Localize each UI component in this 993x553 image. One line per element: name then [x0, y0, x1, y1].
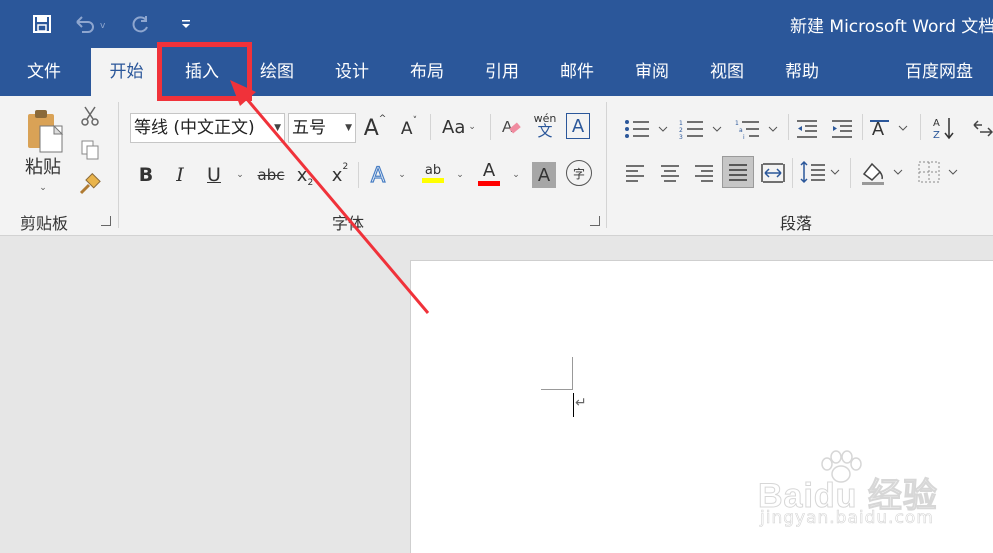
- underline-button[interactable]: U: [202, 162, 226, 188]
- format-painter-icon[interactable]: [78, 172, 102, 196]
- divider: [792, 158, 793, 188]
- font-size-combo[interactable]: 五号 ▼: [288, 113, 356, 143]
- ribbon: 粘贴 ⌄ 剪贴板 等线 (中文正文) ▼ 五号 ▼ A ^ A ˅ Aa ⌄ A wé…: [0, 96, 993, 236]
- multilevel-list-icon[interactable]: 1ai: [734, 116, 784, 142]
- tab-design[interactable]: 设计: [320, 48, 384, 96]
- tab-help[interactable]: 帮助: [770, 48, 834, 96]
- tab-layout[interactable]: 布局: [395, 48, 459, 96]
- undo-icon[interactable]: v: [70, 10, 110, 38]
- character-shading-icon[interactable]: A: [532, 162, 556, 188]
- phonetic-guide-icon[interactable]: wén 文: [531, 110, 559, 142]
- chevron-down-icon[interactable]: ⌄: [454, 168, 466, 182]
- svg-text:3: 3: [679, 134, 683, 140]
- paste-dropdown-icon[interactable]: ⌄: [36, 182, 50, 194]
- paste-icon[interactable]: [16, 104, 72, 156]
- svg-text:Z: Z: [933, 130, 940, 141]
- cut-icon[interactable]: [78, 104, 102, 128]
- watermark-url: jingyan.baidu.com: [760, 508, 934, 529]
- shrink-font-icon[interactable]: A ˅: [397, 116, 421, 142]
- increase-indent-icon[interactable]: [829, 116, 855, 142]
- subscript-button[interactable]: x2: [293, 162, 317, 189]
- borders-icon[interactable]: [914, 156, 964, 188]
- line-spacing-icon[interactable]: [798, 158, 842, 186]
- redo-icon[interactable]: [126, 10, 156, 38]
- text-effects-icon[interactable]: A: [366, 162, 390, 188]
- divider: [920, 114, 921, 140]
- chevron-down-icon: ▼: [274, 123, 281, 133]
- sort-icon[interactable]: AZ: [930, 114, 958, 142]
- bold-button[interactable]: B: [134, 162, 158, 188]
- font-name-value: 等线 (中文正文): [134, 118, 255, 138]
- svg-text:1: 1: [735, 120, 739, 127]
- customize-icon[interactable]: [176, 10, 196, 38]
- window-title: 新建 Microsoft Word 文档: [790, 17, 993, 37]
- tab-draw[interactable]: 绘图: [245, 48, 309, 96]
- tab-references[interactable]: 引用: [470, 48, 534, 96]
- divider: [358, 162, 359, 188]
- numbering-icon[interactable]: 123: [678, 116, 728, 142]
- justify-icon[interactable]: [722, 156, 754, 188]
- italic-button[interactable]: I: [168, 162, 192, 188]
- font-color-icon[interactable]: A: [476, 158, 502, 188]
- paragraph-mark-icon: ↵: [575, 395, 587, 411]
- align-center-icon[interactable]: [657, 160, 683, 186]
- tab-mailings[interactable]: 邮件: [545, 48, 609, 96]
- chevron-down-icon[interactable]: ⌄: [510, 168, 522, 182]
- chevron-down-icon: ▼: [345, 123, 352, 133]
- svg-text:i: i: [743, 134, 745, 140]
- align-right-icon[interactable]: [691, 160, 717, 186]
- chevron-down-icon[interactable]: ⌄: [396, 168, 408, 182]
- paste-button[interactable]: 粘贴: [18, 154, 68, 178]
- grow-font-icon[interactable]: A ^: [362, 114, 388, 142]
- divider: [118, 102, 119, 228]
- annotation-highlight-box: [157, 42, 252, 101]
- svg-text:1: 1: [679, 120, 683, 127]
- show-formatting-icon[interactable]: [970, 114, 993, 142]
- paragraph-shading-icon[interactable]: [857, 156, 907, 188]
- chinese-layout-icon[interactable]: A: [868, 114, 912, 142]
- align-left-icon[interactable]: [622, 160, 648, 186]
- distributed-icon[interactable]: [760, 160, 786, 186]
- tab-home[interactable]: 开始: [91, 48, 162, 96]
- divider: [850, 158, 851, 188]
- copy-icon[interactable]: [78, 138, 102, 162]
- font-size-value: 五号: [292, 118, 326, 138]
- svg-text:a: a: [739, 127, 743, 134]
- bullets-icon[interactable]: [622, 116, 672, 142]
- ribbon-tabs: 文件 开始 插入 绘图 设计 布局 引用 邮件 审阅 视图 帮助 百度网盘: [0, 48, 993, 96]
- superscript-button[interactable]: x2: [328, 162, 352, 188]
- divider: [862, 114, 863, 140]
- title-bar: v 新建 Microsoft Word 文档: [0, 0, 993, 48]
- svg-text:v: v: [100, 21, 106, 31]
- character-border-icon[interactable]: A: [566, 113, 590, 139]
- change-case-icon[interactable]: Aa ⌄: [437, 114, 481, 140]
- margin-corner-mark: [572, 357, 573, 389]
- divider: [430, 114, 431, 140]
- font-group-label: 字体: [332, 214, 365, 233]
- font-launcher-icon[interactable]: [590, 216, 600, 226]
- clear-formatting-icon[interactable]: A: [499, 114, 525, 140]
- tab-baidu-netdisk[interactable]: 百度网盘: [893, 48, 985, 96]
- clipboard-group-label: 剪贴板: [20, 214, 69, 233]
- decrease-indent-icon[interactable]: [794, 116, 820, 142]
- text-cursor: [573, 393, 574, 417]
- divider: [788, 114, 789, 140]
- paragraph-group-label: 段落: [780, 214, 813, 233]
- svg-text:2: 2: [679, 127, 683, 134]
- clipboard-launcher-icon[interactable]: [101, 216, 111, 226]
- margin-corner-mark: [541, 389, 573, 390]
- chevron-down-icon[interactable]: ⌄: [234, 168, 246, 182]
- font-name-combo[interactable]: 等线 (中文正文) ▼: [130, 113, 285, 143]
- tab-review[interactable]: 审阅: [620, 48, 684, 96]
- enclose-characters-icon[interactable]: 字: [566, 160, 592, 186]
- highlight-color-icon[interactable]: ab: [420, 158, 446, 188]
- divider: [490, 114, 491, 140]
- strikethrough-button[interactable]: abc: [255, 162, 287, 188]
- baidu-watermark: Baidu 经验 jingyan.baidu.com: [758, 450, 958, 540]
- svg-text:A: A: [933, 118, 940, 129]
- save-icon[interactable]: [28, 10, 56, 38]
- tab-file[interactable]: 文件: [12, 48, 76, 96]
- tab-view[interactable]: 视图: [695, 48, 759, 96]
- divider: [606, 102, 607, 228]
